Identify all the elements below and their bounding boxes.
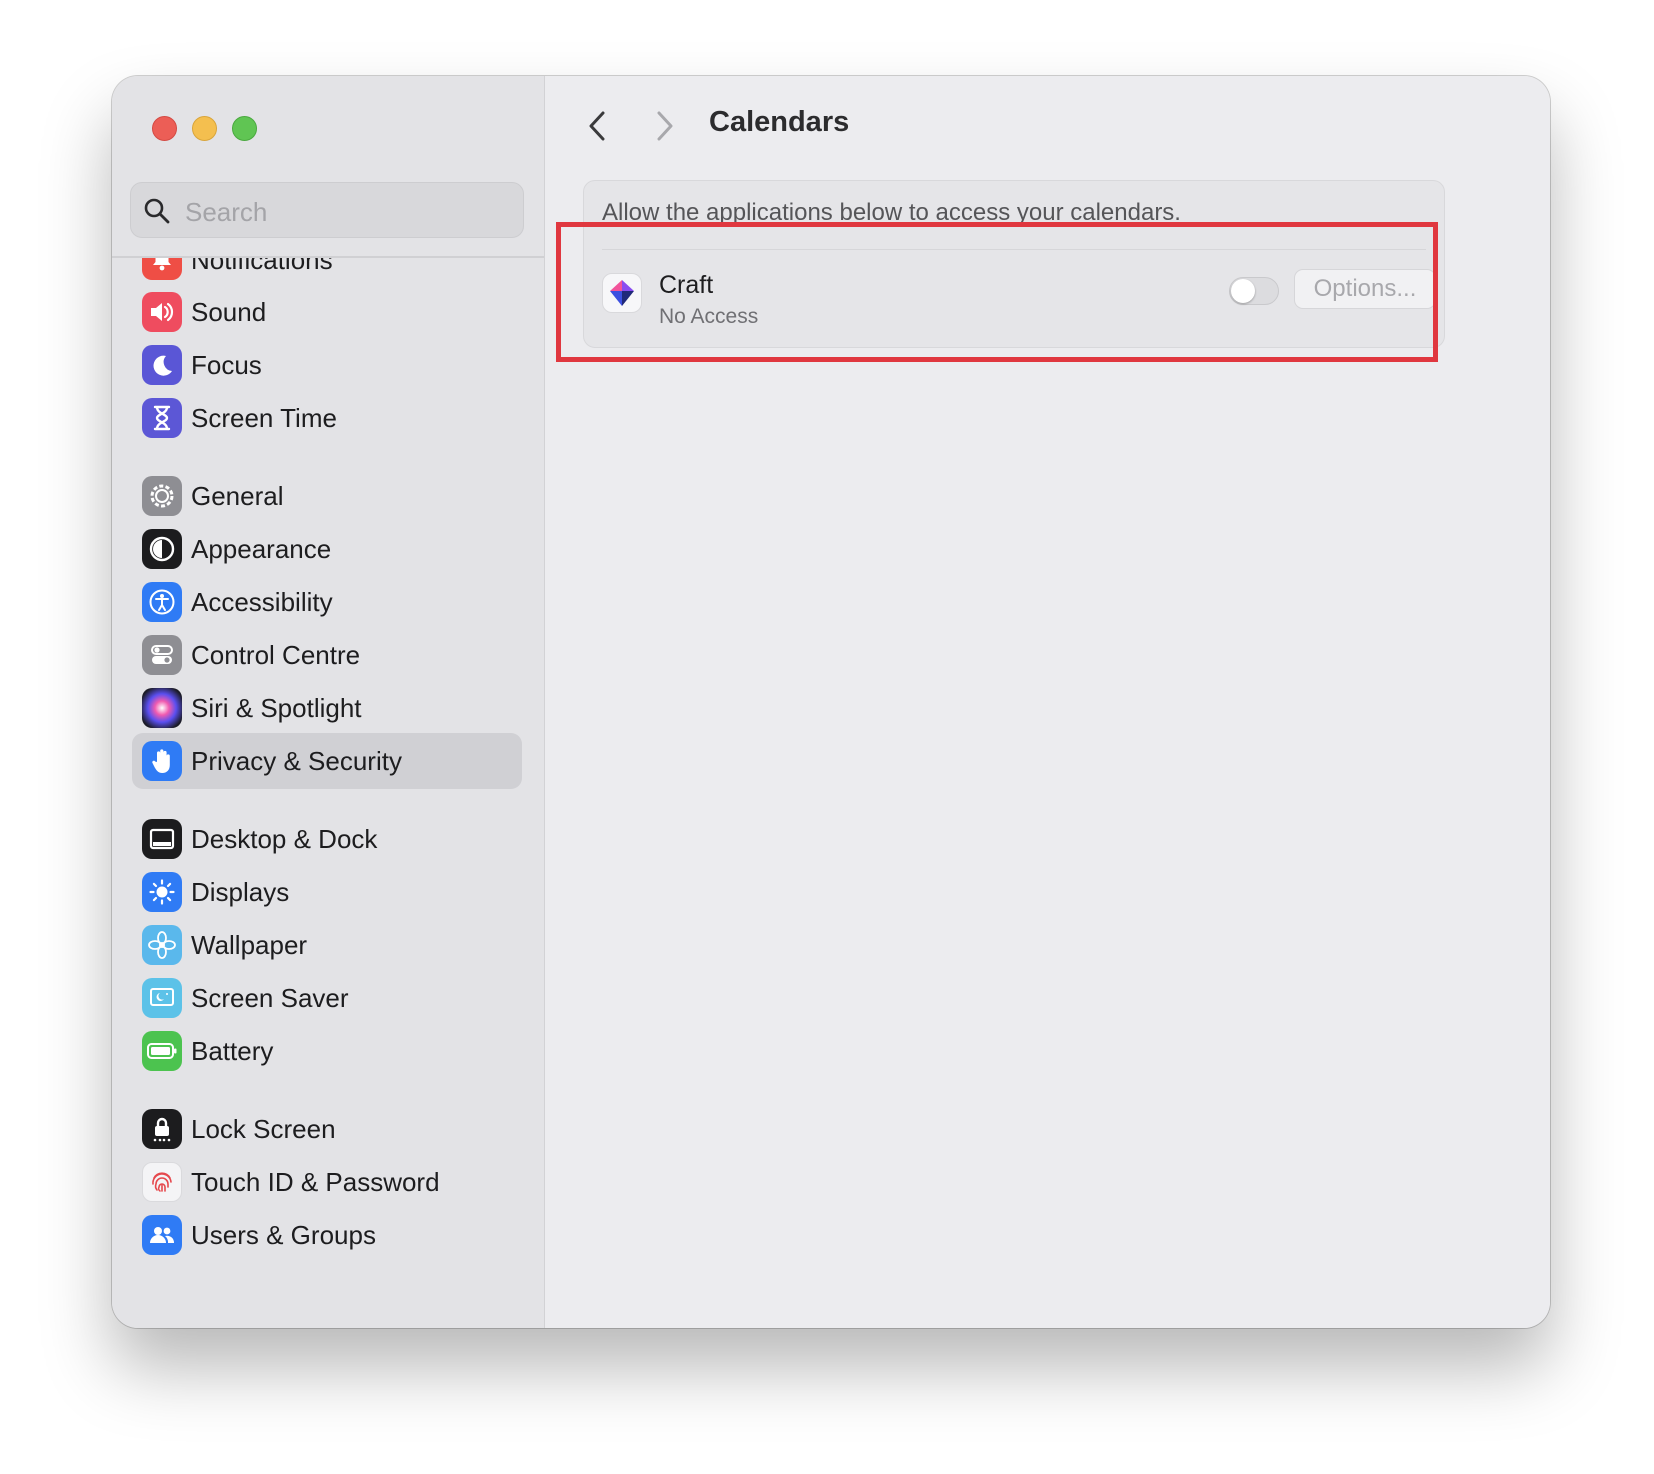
sidebar-item-label: General	[191, 481, 284, 511]
sidebar-item-privacy-security[interactable]: Privacy & Security	[132, 733, 522, 789]
sidebar-item-touch-id-password[interactable]: Touch ID & Password	[132, 1154, 522, 1210]
fingerprint-icon	[142, 1162, 182, 1202]
sidebar-item-label: Sound	[191, 297, 267, 327]
lock-icon	[142, 1109, 182, 1149]
dock-icon	[142, 819, 182, 859]
gear-icon	[142, 476, 182, 516]
sidebar-item-battery[interactable]: Battery	[132, 1023, 522, 1079]
bell-icon	[142, 258, 182, 280]
craft-app-icon	[602, 273, 642, 313]
sidebar-item-label: Lock Screen	[191, 1114, 336, 1144]
sidebar-item-wallpaper[interactable]: Wallpaper	[132, 917, 522, 973]
panel-divider	[602, 249, 1426, 250]
search-placeholder: Search	[185, 197, 268, 227]
sidebar-item-lock-screen[interactable]: Lock Screen	[132, 1101, 522, 1157]
accessibility-icon	[142, 582, 182, 622]
toggle-knob	[1231, 279, 1255, 303]
sidebar-item-label: Battery	[191, 1036, 274, 1066]
battery-icon	[142, 1031, 182, 1071]
sidebar-item-control-centre[interactable]: Control Centre	[132, 627, 522, 683]
sidebar-item-label: Notifications	[191, 258, 333, 275]
moon-icon	[142, 345, 182, 385]
page-title: Calendars	[709, 106, 850, 138]
sidebar-item-screen-time[interactable]: Screen Time	[132, 390, 522, 446]
zoom-window-button[interactable]	[232, 116, 257, 141]
sidebar-item-label: Siri & Spotlight	[191, 693, 362, 723]
users-icon	[142, 1215, 182, 1255]
sidebar-item-accessibility[interactable]: Accessibility	[132, 574, 522, 630]
calendar-access-panel: Allow the applications below to access y…	[583, 180, 1445, 348]
back-chevron-icon[interactable]	[585, 110, 609, 142]
sidebar-item-sound[interactable]: Sound	[132, 284, 522, 340]
forward-chevron-icon[interactable]	[653, 110, 677, 142]
calendar-access-toggle[interactable]	[1229, 277, 1279, 305]
sidebar-item-label: Focus	[191, 350, 262, 380]
sidebar-item-label: Screen Saver	[191, 983, 349, 1013]
settings-window: Search Notifications Sound Focus Screen …	[112, 76, 1550, 1328]
sidebar-item-screen-saver[interactable]: Screen Saver	[132, 970, 522, 1026]
main-content: Calendars Allow the applications below t…	[545, 76, 1550, 1328]
app-name: Craft	[659, 271, 714, 299]
search-icon	[144, 198, 170, 224]
hand-icon	[142, 741, 182, 781]
sidebar-item-label: Touch ID & Password	[191, 1167, 440, 1197]
sidebar-item-appearance[interactable]: Appearance	[132, 521, 522, 577]
sidebar-item-focus[interactable]: Focus	[132, 337, 522, 393]
sidebar-item-displays[interactable]: Displays	[132, 864, 522, 920]
sidebar-item-siri-spotlight[interactable]: Siri & Spotlight	[132, 680, 522, 736]
close-window-button[interactable]	[152, 116, 177, 141]
sidebar-list: Notifications Sound Focus Screen Time Ge…	[112, 258, 544, 1328]
appearance-icon	[142, 529, 182, 569]
sidebar-item-general[interactable]: General	[132, 468, 522, 524]
flower-icon	[142, 925, 182, 965]
control-centre-icon	[142, 635, 182, 675]
sidebar-item-label: Control Centre	[191, 640, 361, 670]
sidebar-item-label: Appearance	[191, 534, 332, 564]
sidebar-item-label: Displays	[191, 877, 290, 907]
options-button[interactable]: Options...	[1294, 269, 1436, 309]
sun-icon	[142, 872, 182, 912]
search-field[interactable]: Search	[130, 182, 524, 238]
sidebar-item-label: Users & Groups	[191, 1220, 376, 1250]
sidebar-item-desktop-dock[interactable]: Desktop & Dock	[132, 811, 522, 867]
sidebar-item-users-groups[interactable]: Users & Groups	[132, 1207, 522, 1263]
app-access-status: No Access	[659, 305, 759, 328]
sidebar: Search Notifications Sound Focus Screen …	[112, 76, 545, 1328]
sidebar-item-label: Accessibility	[191, 587, 333, 617]
sidebar-item-label: Wallpaper	[191, 930, 308, 960]
minimize-window-button[interactable]	[192, 116, 217, 141]
sidebar-item-label: Screen Time	[191, 403, 337, 433]
speaker-icon	[142, 292, 182, 332]
sidebar-item-label: Privacy & Security	[191, 746, 402, 776]
hourglass-icon	[142, 398, 182, 438]
screen-saver-icon	[142, 978, 182, 1018]
panel-description: Allow the applications below to access y…	[602, 199, 1181, 226]
sidebar-item-label: Desktop & Dock	[191, 824, 378, 854]
siri-icon	[142, 688, 182, 728]
